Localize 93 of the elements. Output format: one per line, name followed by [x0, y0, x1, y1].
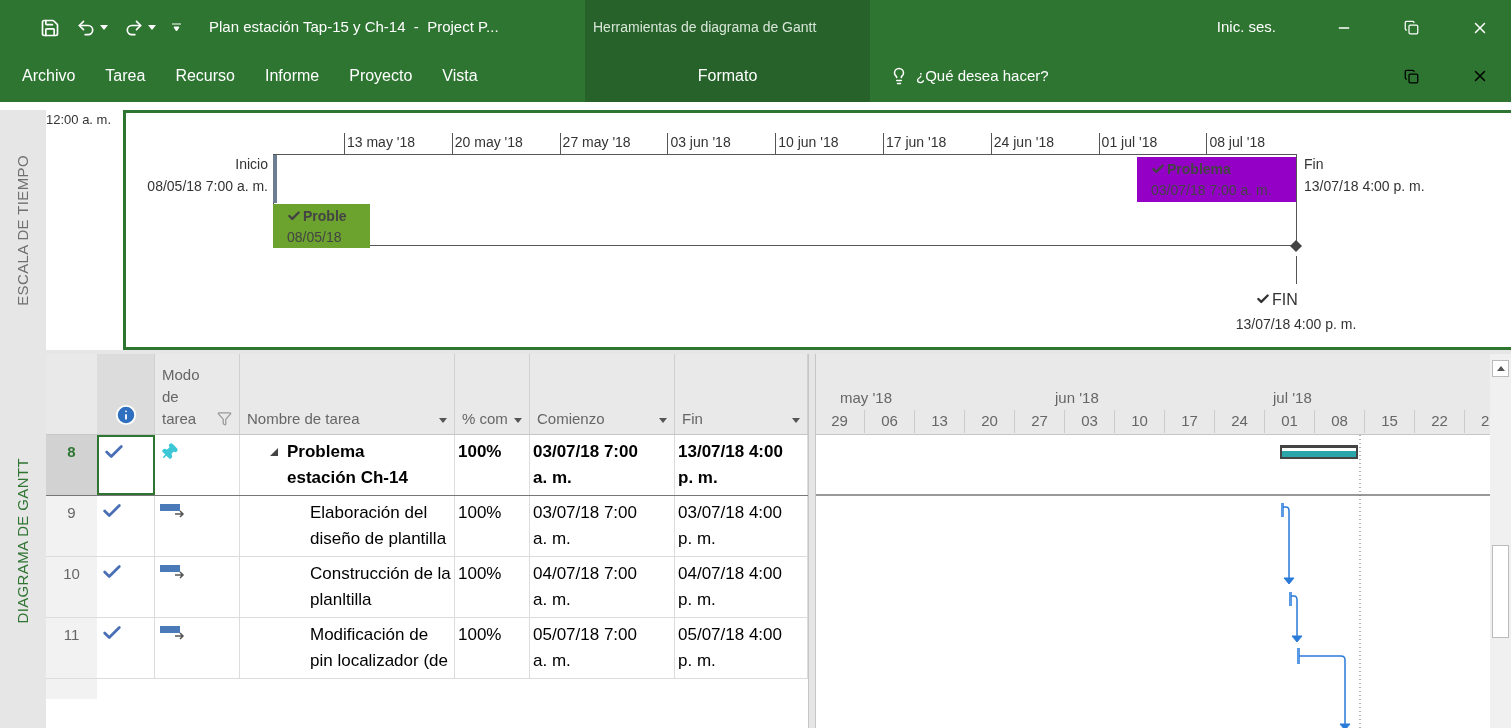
ribbon-tab[interactable]: Archivo — [10, 55, 88, 97]
auto-schedule-icon — [160, 504, 186, 518]
start-marker — [273, 155, 277, 203]
save-icon[interactable] — [40, 17, 60, 38]
percent-complete: 100% — [455, 557, 530, 617]
scrollbar[interactable] — [1490, 354, 1511, 728]
milestone-icon — [1290, 240, 1302, 252]
milestone-date: 13/07/18 4:00 p. m. — [1234, 315, 1358, 334]
start-date: 03/07/18 7:00 a. m. — [530, 496, 675, 556]
task-name: Problema estación Ch-14 — [287, 441, 409, 489]
row-number[interactable]: 11 — [46, 618, 97, 678]
collapse-icon[interactable] — [270, 448, 278, 456]
week-label: 13 — [915, 410, 965, 433]
week-label: 2 — [1481, 411, 1490, 431]
timeline-tick: 03 jun '18 — [667, 133, 731, 154]
timeline-side-label: ESCALA DE TIEMPO — [0, 110, 46, 350]
ribbon-tab[interactable]: Informe — [252, 55, 332, 97]
column-header[interactable]: Comienzo — [530, 354, 675, 434]
timeline-tick: 08 jul '18 — [1206, 133, 1265, 154]
task-name: Elaboración del diseño de plantilla — [310, 502, 448, 550]
time-label: 12:00 a. m. — [46, 111, 112, 129]
sign-in-link[interactable]: Inic. ses. — [1216, 16, 1276, 39]
start-date: 08/05/18 7:00 a. m. — [147, 177, 268, 196]
scroll-up-icon[interactable] — [1496, 366, 1505, 371]
caret-icon — [514, 418, 522, 423]
timeline-bar: Proble 08/05/18 — [273, 204, 370, 248]
week-label: 06 — [865, 410, 915, 433]
task-link[interactable] — [1289, 592, 1303, 643]
auto-schedule-icon — [160, 626, 186, 640]
timeline-tick: 10 jun '18 — [775, 133, 839, 154]
task-link[interactable] — [1297, 648, 1351, 728]
timeline-tick: 13 may '18 — [344, 133, 416, 154]
timeline-tick: 17 jun '18 — [883, 133, 947, 154]
task-name: Construcción de la planltilla — [310, 563, 452, 611]
start-date: 03/07/18 7:00 a. m. — [530, 435, 675, 495]
task-link[interactable] — [1281, 503, 1295, 585]
month-label: jul '18 — [1273, 388, 1312, 408]
month-label: jun '18 — [1055, 388, 1099, 408]
finish-label: Fin — [1304, 155, 1325, 174]
percent-complete: 100% — [455, 435, 530, 495]
restore-icon[interactable] — [1404, 20, 1419, 35]
column-header[interactable]: % com — [455, 354, 530, 434]
week-label: 20 — [965, 410, 1015, 433]
start-label: Inicio — [234, 155, 268, 174]
ribbon-tab[interactable]: Proyecto — [337, 55, 425, 97]
week-label: 01 — [1265, 410, 1315, 433]
window-title: Plan estación Tap-15 y Ch-14 - Project P... — [209, 17, 499, 38]
week-label: 24 — [1215, 410, 1265, 433]
row-number[interactable]: 8 — [46, 435, 97, 495]
milestone-name: FIN — [1216, 287, 1376, 312]
week-label: 08 — [1315, 410, 1365, 433]
timeline-tick: 27 may '18 — [559, 133, 631, 154]
column-header[interactable]: Modo de tarea — [155, 354, 240, 434]
tell-me-field[interactable]: ¿Qué desea hacer? — [916, 64, 1049, 88]
timeline-bar: Problema 03/07/18 7:00 a. m. — [1137, 157, 1296, 202]
week-label: 22 — [1415, 410, 1465, 433]
week-label: 10 — [1115, 410, 1165, 433]
scroll-thumb[interactable] — [1492, 545, 1509, 638]
filter-icon[interactable] — [217, 411, 232, 426]
context-label: Herramientas de diagrama de Gantt — [593, 18, 817, 37]
redo-icon[interactable] — [124, 17, 144, 38]
caret-icon — [792, 418, 800, 423]
task-name: Modificación de pin localizador (de — [310, 624, 449, 672]
column-header[interactable]: Nombre de tarea — [240, 354, 455, 434]
ribbon-tab[interactable]: Recurso — [163, 55, 247, 97]
undo-icon[interactable] — [76, 17, 96, 38]
week-label: 29 — [816, 410, 865, 433]
row-number[interactable]: 9 — [46, 496, 97, 556]
customize-icon[interactable] — [172, 23, 181, 32]
row-number[interactable]: 10 — [46, 557, 97, 617]
week-label: 15 — [1365, 410, 1415, 433]
finish-date: 13/07/18 4:00 p. m. — [1304, 177, 1425, 196]
restore-icon[interactable] — [1404, 68, 1419, 84]
caret-icon — [439, 418, 447, 423]
month-label: may '18 — [840, 388, 893, 408]
gantt-side-label: DIAGRAMA DE GANTT — [0, 354, 46, 728]
week-label: 03 — [1065, 410, 1115, 433]
week-label: 27 — [1015, 410, 1065, 433]
auto-schedule-icon — [160, 565, 186, 579]
caret-icon — [100, 25, 108, 30]
start-date: 04/07/18 7:00 a. m. — [530, 557, 675, 617]
ribbon-tab[interactable]: Tarea — [93, 55, 158, 97]
timeline-tick: 01 jul '18 — [1098, 133, 1158, 154]
week-label: 17 — [1165, 410, 1215, 433]
info-icon — [114, 404, 137, 426]
percent-complete: 100% — [455, 618, 530, 678]
percent-complete: 100% — [455, 496, 530, 556]
caret-icon — [148, 25, 156, 30]
caret-icon — [659, 418, 667, 423]
timeline-tick: 24 jun '18 — [990, 133, 1055, 154]
start-date: 05/07/18 7:00 a. m. — [530, 618, 675, 678]
timeline-tick: 20 may '18 — [451, 133, 523, 154]
ribbon-tab[interactable]: Vista — [430, 55, 490, 97]
